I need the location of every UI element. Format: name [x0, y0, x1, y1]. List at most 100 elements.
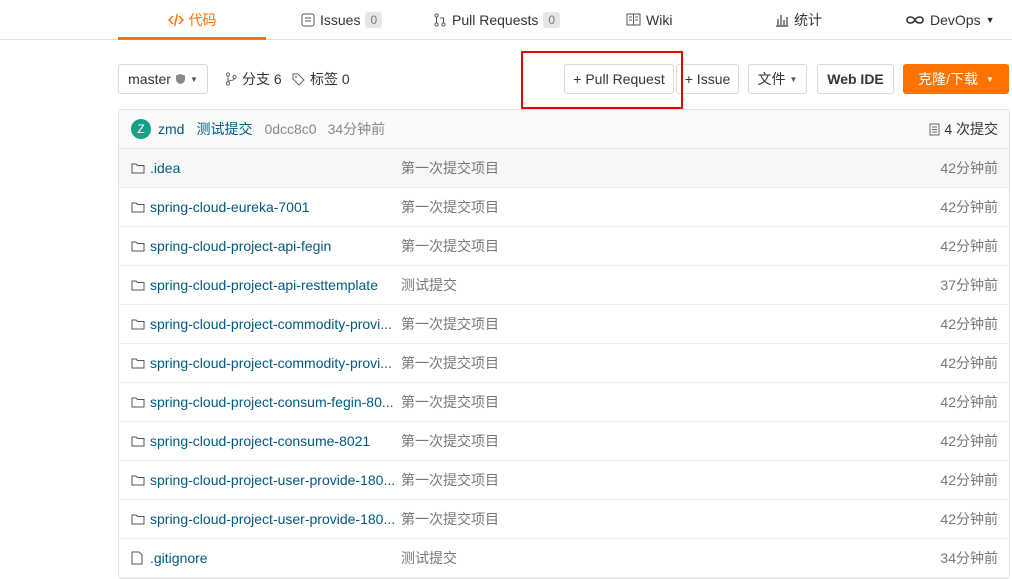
file-name[interactable]: spring-cloud-project-user-provide-180...	[150, 472, 400, 488]
tab-wiki[interactable]: Wiki	[626, 0, 672, 39]
tab-pull-requests-label: Pull Requests	[452, 11, 539, 28]
file-commit-message[interactable]: 第一次提交项目	[401, 392, 499, 412]
file-row[interactable]: spring-cloud-eureka-7001 第一次提交项目 42分钟前	[119, 188, 1009, 227]
file-row[interactable]: spring-cloud-project-api-fegin 第一次提交项目 4…	[119, 227, 1009, 266]
code-icon	[167, 13, 184, 27]
file-commit-message[interactable]: 第一次提交项目	[401, 236, 499, 256]
file-row[interactable]: spring-cloud-project-user-provide-180...…	[119, 500, 1009, 539]
file-row[interactable]: .gitignore 测试提交 34分钟前	[119, 539, 1009, 578]
file-name[interactable]: spring-cloud-project-consum-fegin-80...	[150, 394, 400, 410]
tags-link[interactable]: 标签 0	[292, 64, 350, 94]
branch-icon	[225, 72, 237, 86]
file-name[interactable]: spring-cloud-project-commodity-provi...	[150, 316, 400, 332]
clone-download-button[interactable]: 克隆/下载 ▼	[903, 64, 1009, 94]
commit-count-link[interactable]: 4 次提交	[929, 119, 998, 139]
infinity-icon	[905, 15, 925, 25]
file-name[interactable]: .gitignore	[150, 550, 400, 566]
file-name[interactable]: spring-cloud-project-user-provide-180...	[150, 511, 400, 527]
commit-time: 34分钟前	[327, 121, 386, 137]
file-name[interactable]: spring-cloud-project-consume-8021	[150, 433, 400, 449]
folder-icon	[131, 239, 145, 255]
avatar[interactable]: Z	[131, 119, 151, 139]
folder-icon	[131, 317, 145, 333]
file-row[interactable]: spring-cloud-project-commodity-provi... …	[119, 305, 1009, 344]
branch-select[interactable]: master ▼	[118, 64, 208, 94]
pr-count-badge: 0	[543, 11, 561, 28]
caret-down-icon: ▼	[985, 14, 995, 25]
new-issue-button[interactable]: + Issue	[676, 64, 739, 94]
file-row[interactable]: spring-cloud-project-api-resttemplate 测试…	[119, 266, 1009, 305]
folder-icon	[131, 395, 145, 411]
tab-code[interactable]: 代码	[118, 0, 266, 40]
file-name[interactable]: spring-cloud-project-commodity-provi...	[150, 355, 400, 371]
commits-icon	[929, 123, 940, 136]
file-time: 42分钟前	[940, 238, 998, 254]
commit-hash[interactable]: 0dcc8c0	[264, 121, 316, 137]
file-time: 42分钟前	[940, 394, 998, 410]
folder-icon	[131, 161, 145, 177]
caret-down-icon: ▼	[985, 74, 994, 84]
highlight-annotation-box	[521, 51, 683, 109]
file-row[interactable]: spring-cloud-project-consume-8021 第一次提交项…	[119, 422, 1009, 461]
file-row[interactable]: spring-cloud-project-consum-fegin-80... …	[119, 383, 1009, 422]
file-commit-message[interactable]: 第一次提交项目	[401, 314, 499, 334]
file-time: 42分钟前	[940, 316, 998, 332]
file-name[interactable]: spring-cloud-project-api-resttemplate	[150, 277, 400, 293]
tab-code-label: 代码	[188, 11, 217, 28]
file-commit-message[interactable]: 第一次提交项目	[401, 509, 499, 529]
file-time: 34分钟前	[940, 550, 998, 566]
pull-request-icon	[433, 12, 447, 27]
folder-icon	[131, 356, 145, 372]
book-icon	[626, 13, 641, 26]
tab-stats[interactable]: 统计	[775, 0, 822, 39]
tab-issues[interactable]: Issues 0	[301, 0, 383, 39]
tab-stats-label: 统计	[794, 11, 822, 28]
folder-icon	[131, 434, 145, 450]
file-commit-message[interactable]: 测试提交	[401, 548, 457, 568]
file-row[interactable]: spring-cloud-project-user-provide-180...…	[119, 461, 1009, 500]
caret-down-icon: ▼	[189, 74, 198, 84]
file-time: 42分钟前	[940, 433, 998, 449]
file-commit-message[interactable]: 第一次提交项目	[401, 470, 499, 490]
file-table: Z zmd 测试提交 0dcc8c0 34分钟前 4 次提交 .idea 第一次…	[118, 109, 1010, 579]
file-name[interactable]: spring-cloud-eureka-7001	[150, 199, 400, 215]
file-time: 42分钟前	[940, 355, 998, 371]
branches-link[interactable]: 分支 6	[225, 64, 282, 94]
folder-icon	[131, 200, 145, 216]
repo-nav: 代码 Issues 0 Pull Requests 0 Wiki 统计 DevO…	[0, 0, 1012, 40]
caret-down-icon: ▼	[789, 74, 798, 84]
tab-devops[interactable]: DevOps ▼	[905, 0, 995, 39]
file-icon	[131, 551, 143, 568]
file-commit-message[interactable]: 第一次提交项目	[401, 158, 499, 178]
file-name[interactable]: .idea	[150, 160, 400, 176]
commit-author[interactable]: zmd	[158, 121, 184, 137]
folder-icon	[131, 473, 145, 489]
file-row[interactable]: spring-cloud-project-commodity-provi... …	[119, 344, 1009, 383]
file-name[interactable]: spring-cloud-project-api-fegin	[150, 238, 400, 254]
tab-pull-requests[interactable]: Pull Requests 0	[433, 0, 561, 39]
file-commit-message[interactable]: 测试提交	[401, 275, 457, 295]
file-row[interactable]: .idea 第一次提交项目 42分钟前	[119, 149, 1009, 188]
file-menu-button[interactable]: 文件 ▼	[748, 64, 807, 94]
web-ide-button[interactable]: Web IDE	[817, 64, 894, 94]
tab-wiki-label: Wiki	[646, 11, 673, 28]
shield-icon	[175, 73, 186, 85]
file-time: 42分钟前	[940, 511, 998, 527]
tags-count: 标签 0	[310, 71, 350, 87]
branch-name: master	[128, 71, 171, 87]
folder-icon	[131, 278, 145, 294]
file-commit-message[interactable]: 第一次提交项目	[401, 197, 499, 217]
commit-count: 4 次提交	[944, 121, 998, 137]
file-commit-message[interactable]: 第一次提交项目	[401, 353, 499, 373]
folder-icon	[131, 512, 145, 528]
repo-toolbar: master ▼ 分支 6 标签 0 + Pull Request + Issu…	[0, 64, 1012, 96]
file-time: 42分钟前	[940, 160, 998, 176]
bar-chart-icon	[775, 13, 789, 27]
clone-download-label: 克隆/下载	[918, 71, 978, 87]
file-time: 42分钟前	[940, 199, 998, 215]
tab-issues-label: Issues	[320, 11, 361, 28]
file-menu-label: 文件	[757, 71, 786, 87]
file-time: 37分钟前	[940, 277, 998, 293]
commit-message[interactable]: 测试提交	[196, 119, 252, 139]
file-commit-message[interactable]: 第一次提交项目	[401, 431, 499, 451]
